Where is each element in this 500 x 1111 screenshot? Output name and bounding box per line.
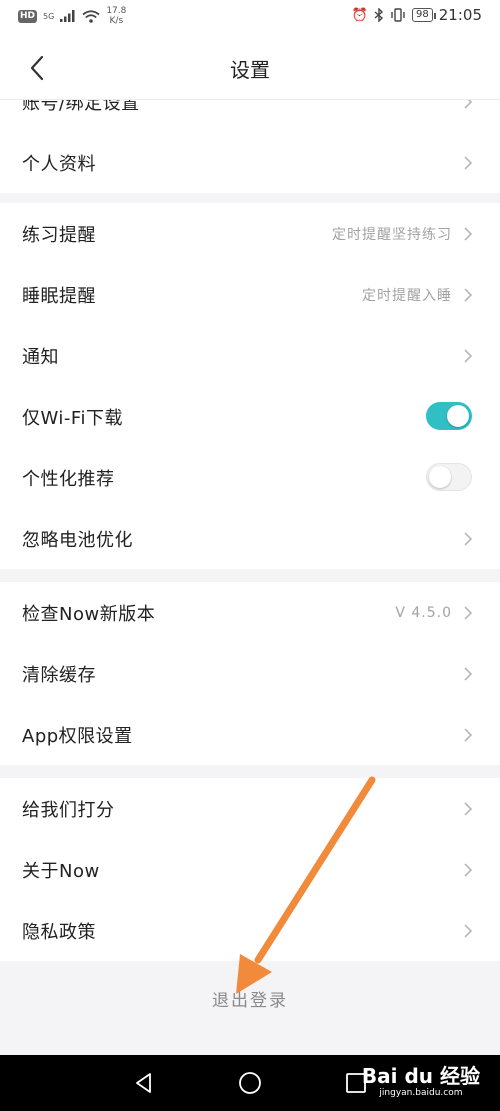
row-label: 个人资料 bbox=[22, 153, 96, 175]
settings-row-notifications[interactable]: 通知 bbox=[0, 325, 500, 386]
row-label: 通知 bbox=[22, 346, 59, 368]
row-label: 睡眠提醒 bbox=[22, 285, 96, 307]
settings-row-account-binding[interactable]: 账号/绑定设置 bbox=[0, 100, 500, 132]
chevron-right-icon bbox=[464, 606, 473, 620]
status-bar: HD 5G 17.8 K/s ⏰ 98 21:05 bbox=[0, 0, 500, 36]
settings-row-check-update[interactable]: 检查Now新版本 V 4.5.0 bbox=[0, 582, 500, 643]
row-label: 个性化推荐 bbox=[22, 468, 115, 490]
chevron-right-icon bbox=[464, 156, 473, 170]
network-speed: 17.8 K/s bbox=[106, 6, 127, 26]
settings-row-personalized-recommendation: 个性化推荐 bbox=[0, 447, 500, 508]
settings-group-about: 给我们打分 关于Now 隐私政策 bbox=[0, 778, 500, 961]
row-label: 练习提醒 bbox=[22, 224, 96, 246]
settings-row-ignore-battery-optimization[interactable]: 忽略电池优化 bbox=[0, 508, 500, 569]
battery-indicator: 98 bbox=[412, 8, 436, 22]
chevron-right-icon bbox=[464, 802, 473, 816]
page-title: 设置 bbox=[230, 58, 270, 82]
nav-home-icon[interactable] bbox=[236, 1069, 264, 1097]
chevron-right-icon bbox=[464, 728, 473, 742]
personalized-recommendation-toggle[interactable] bbox=[426, 463, 472, 491]
settings-list[interactable]: 账号/绑定设置 个人资料 练习提醒 定时提醒坚持练习 睡眠提醒 定时提醒入睡 通… bbox=[0, 100, 500, 1055]
chevron-right-icon bbox=[464, 532, 473, 546]
settings-row-about-now[interactable]: 关于Now bbox=[0, 839, 500, 900]
chevron-right-icon bbox=[464, 667, 473, 681]
row-label: 账号/绑定设置 bbox=[22, 100, 140, 114]
row-value: 定时提醒坚持练习 bbox=[332, 226, 452, 243]
row-label: 仅Wi-Fi下载 bbox=[22, 407, 123, 429]
bluetooth-icon bbox=[374, 8, 384, 22]
wifi-only-download-toggle[interactable] bbox=[426, 402, 472, 430]
row-label: 检查Now新版本 bbox=[22, 603, 156, 625]
settings-group-account: 账号/绑定设置 个人资料 bbox=[0, 100, 500, 193]
network-generation: 5G bbox=[43, 11, 55, 21]
settings-group-app: 检查Now新版本 V 4.5.0 清除缓存 App权限设置 bbox=[0, 582, 500, 765]
row-label: 关于Now bbox=[22, 860, 100, 882]
nav-back-icon[interactable] bbox=[130, 1069, 158, 1097]
toggle-knob bbox=[429, 466, 451, 488]
chevron-right-icon bbox=[464, 924, 473, 938]
settings-row-practice-reminder[interactable]: 练习提醒 定时提醒坚持练习 bbox=[0, 203, 500, 264]
settings-row-app-permissions[interactable]: App权限设置 bbox=[0, 704, 500, 765]
hd-badge: HD bbox=[18, 9, 38, 23]
vibrate-icon bbox=[391, 8, 405, 22]
version-value: V 4.5.0 bbox=[395, 604, 452, 621]
settings-row-rate-us[interactable]: 给我们打分 bbox=[0, 778, 500, 839]
signal-icon bbox=[60, 10, 75, 22]
app-header: 设置 bbox=[0, 36, 500, 100]
settings-row-profile[interactable]: 个人资料 bbox=[0, 132, 500, 193]
chevron-right-icon bbox=[464, 100, 473, 109]
toggle-knob bbox=[447, 405, 469, 427]
chevron-right-icon bbox=[464, 288, 473, 302]
chevron-right-icon bbox=[464, 227, 473, 241]
alarm-icon: ⏰ bbox=[351, 7, 369, 23]
baidu-jingyan-watermark: Bai du 经验 jingyan.baidu.com bbox=[361, 1064, 480, 1098]
row-label: 给我们打分 bbox=[22, 799, 115, 821]
clock: 21:05 bbox=[438, 6, 482, 24]
system-navigation-bar: Bai du 经验 jingyan.baidu.com bbox=[0, 1055, 500, 1111]
settings-row-wifi-only-download: 仅Wi-Fi下载 bbox=[0, 386, 500, 447]
row-label: App权限设置 bbox=[22, 725, 133, 747]
chevron-right-icon bbox=[464, 863, 473, 877]
settings-group-general: 练习提醒 定时提醒坚持练习 睡眠提醒 定时提醒入睡 通知 仅Wi-Fi下载 个性… bbox=[0, 203, 500, 569]
row-label: 清除缓存 bbox=[22, 664, 96, 686]
settings-row-sleep-reminder[interactable]: 睡眠提醒 定时提醒入睡 bbox=[0, 264, 500, 325]
logout-button[interactable]: 退出登录 bbox=[0, 986, 500, 1011]
wifi-icon bbox=[82, 9, 100, 23]
row-value: 定时提醒入睡 bbox=[362, 287, 452, 304]
settings-row-privacy-policy[interactable]: 隐私政策 bbox=[0, 900, 500, 961]
settings-row-clear-cache[interactable]: 清除缓存 bbox=[0, 643, 500, 704]
chevron-right-icon bbox=[464, 349, 473, 363]
row-label: 隐私政策 bbox=[22, 921, 96, 943]
row-label: 忽略电池优化 bbox=[22, 529, 133, 551]
